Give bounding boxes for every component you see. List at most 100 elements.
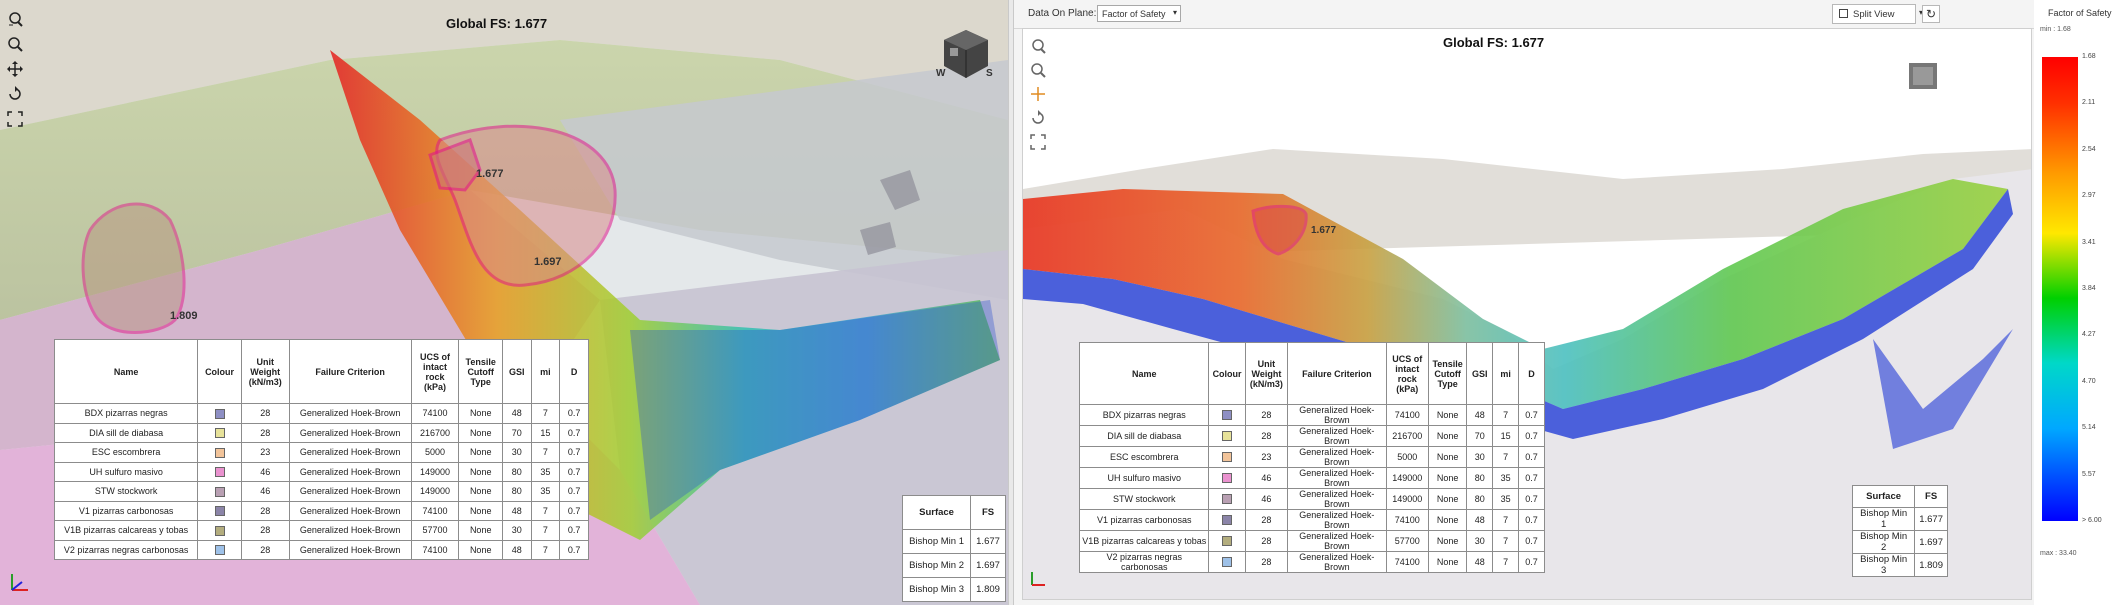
pan-icon-right[interactable] xyxy=(1027,83,1049,105)
material-name: V1B pizarras calcareas y tobas xyxy=(53,520,199,541)
material-mi: 7 xyxy=(1492,509,1520,531)
material-criterion: Generalized Hoek-Brown xyxy=(288,403,412,424)
right-3d-canvas[interactable]: Global FS: 1.677 1.677 Name Colour Unit … xyxy=(1022,28,2032,600)
material-gsi: 48 xyxy=(501,500,532,521)
material-tensile: None xyxy=(458,500,503,521)
material-criterion: Generalized Hoek-Brown xyxy=(288,422,412,443)
material-tensile: None xyxy=(1427,488,1468,510)
fit-icon[interactable] xyxy=(4,108,26,130)
cube-label-s: S xyxy=(986,68,993,79)
material-colour xyxy=(197,539,242,560)
colour-swatch xyxy=(1222,536,1233,547)
material-row: ESC escombrera 23 Generalized Hoek-Brown 50… xyxy=(1078,446,1545,468)
left-3d-view[interactable]: Global FS: 1.677 W S 1.677 1.697 1.809 N… xyxy=(0,0,1008,605)
material-d: 0.7 xyxy=(1518,488,1545,510)
material-row: V2 pizarras negras carbonosas 28 Generaliz… xyxy=(53,539,589,560)
fs-header-fs-right: FS xyxy=(1914,485,1948,508)
header-tensile: Tensile Cutoff Type xyxy=(458,339,503,404)
material-tensile: None xyxy=(1427,467,1468,489)
legend-tick-label: 5.14 xyxy=(2082,424,2096,432)
material-colour xyxy=(197,442,242,463)
material-mi: 35 xyxy=(1492,467,1520,489)
fs-header-surface-right: Surface xyxy=(1851,485,1916,508)
material-row: UH sulfuro masivo 46 Generalized Hoek-Brow… xyxy=(53,461,589,482)
material-weight: 46 xyxy=(1244,467,1289,489)
rotate-icon-right[interactable] xyxy=(1027,107,1049,129)
pan-icon[interactable] xyxy=(4,58,26,80)
material-gsi: 80 xyxy=(1466,467,1494,489)
dropdown-arrow-icon: ▾ xyxy=(1172,8,1177,17)
material-gsi: 30 xyxy=(1466,530,1494,552)
right-view[interactable]: Data On Plane: Factor of Safety ▾ Split … xyxy=(1014,0,2117,605)
colour-swatch xyxy=(214,467,225,478)
header-ucs-right: UCS of intact rock (kPa) xyxy=(1385,342,1429,405)
material-colour xyxy=(197,481,242,502)
material-name: UH sulfuro masivo xyxy=(53,461,199,482)
header-criterion-right: Failure Criterion xyxy=(1287,342,1387,405)
material-ucs: 74100 xyxy=(1385,509,1429,531)
material-mi: 7 xyxy=(530,442,561,463)
colour-swatch xyxy=(214,545,225,556)
material-criterion: Generalized Hoek-Brown xyxy=(1287,488,1387,510)
zoom-icon[interactable] xyxy=(4,33,26,55)
material-colour xyxy=(1208,446,1246,468)
material-row: BDX pizarras negras 28 Generalized Hoek-Br… xyxy=(53,403,589,424)
material-criterion: Generalized Hoek-Brown xyxy=(288,481,412,502)
material-gsi: 80 xyxy=(501,481,532,502)
data-on-plane-select[interactable]: Factor of Safety ▾ xyxy=(1097,5,1181,22)
material-ucs: 57700 xyxy=(410,520,460,541)
material-name: V2 pizarras negras carbonosas xyxy=(53,539,199,560)
fs-row: Bishop Min 3 1.809 xyxy=(1851,553,1948,577)
zoom-icon-right[interactable] xyxy=(1027,59,1049,81)
view-cube-icon-right[interactable] xyxy=(1905,59,1941,100)
material-weight: 28 xyxy=(1244,425,1289,447)
material-ucs: 74100 xyxy=(1385,404,1429,426)
material-gsi: 48 xyxy=(501,403,532,424)
split-view-button[interactable]: Split View ▾ xyxy=(1832,4,1923,24)
material-row: V1B pizarras calcareas y tobas 28 Generali… xyxy=(53,520,589,541)
material-d: 0.7 xyxy=(559,539,589,560)
material-criterion: Generalized Hoek-Brown xyxy=(288,500,412,521)
material-gsi: 48 xyxy=(1466,509,1494,531)
material-colour xyxy=(197,422,242,443)
material-d: 0.7 xyxy=(1518,467,1545,489)
material-name: V1 pizarras carbonosas xyxy=(53,500,199,521)
material-tensile: None xyxy=(1427,425,1468,447)
view-cube-icon[interactable]: W S xyxy=(936,26,994,89)
material-criterion: Generalized Hoek-Brown xyxy=(1287,425,1387,447)
slip-surface-3 xyxy=(81,202,186,334)
fs-fs: 1.677 xyxy=(1914,507,1948,531)
header-mi: mi xyxy=(530,339,561,404)
material-mi: 35 xyxy=(530,481,561,502)
fs-surface: Bishop Min 2 xyxy=(1851,530,1916,554)
global-fs-label: Global FS: 1.677 xyxy=(446,16,548,31)
fit-icon-right[interactable] xyxy=(1027,131,1049,153)
refresh-icon[interactable]: ↻ xyxy=(1922,5,1940,23)
material-colour xyxy=(1208,404,1246,426)
material-weight: 28 xyxy=(1244,551,1289,573)
legend-tick-label: 4.27 xyxy=(2082,331,2096,339)
material-mi: 7 xyxy=(1492,551,1520,573)
material-d: 0.7 xyxy=(559,403,589,424)
legend-tick-label: 1.68 xyxy=(2082,53,2096,60)
material-name: BDX pizarras negras xyxy=(1078,404,1210,426)
material-weight: 28 xyxy=(240,403,290,424)
material-gsi: 30 xyxy=(1466,446,1494,468)
material-colour xyxy=(1208,425,1246,447)
fs-row: Bishop Min 2 1.697 xyxy=(1851,530,1948,554)
material-tensile: None xyxy=(458,422,503,443)
material-name: UH sulfuro masivo xyxy=(1078,467,1210,489)
material-criterion: Generalized Hoek-Brown xyxy=(288,461,412,482)
material-ucs: 216700 xyxy=(1385,425,1429,447)
material-name: ESC escombrera xyxy=(1078,446,1210,468)
legend-tick-label: 2.54 xyxy=(2082,145,2096,153)
fs-row: Bishop Min 1 1.677 xyxy=(1851,507,1948,531)
colour-swatch xyxy=(1222,494,1233,505)
material-weight: 28 xyxy=(240,539,290,560)
rotate-icon[interactable] xyxy=(4,83,26,105)
zoom-extents-icon[interactable] xyxy=(4,8,26,30)
material-d: 0.7 xyxy=(1518,551,1545,573)
material-tensile: None xyxy=(458,442,503,463)
zoom-extents-icon-right[interactable] xyxy=(1027,35,1049,57)
material-criterion: Generalized Hoek-Brown xyxy=(1287,404,1387,426)
